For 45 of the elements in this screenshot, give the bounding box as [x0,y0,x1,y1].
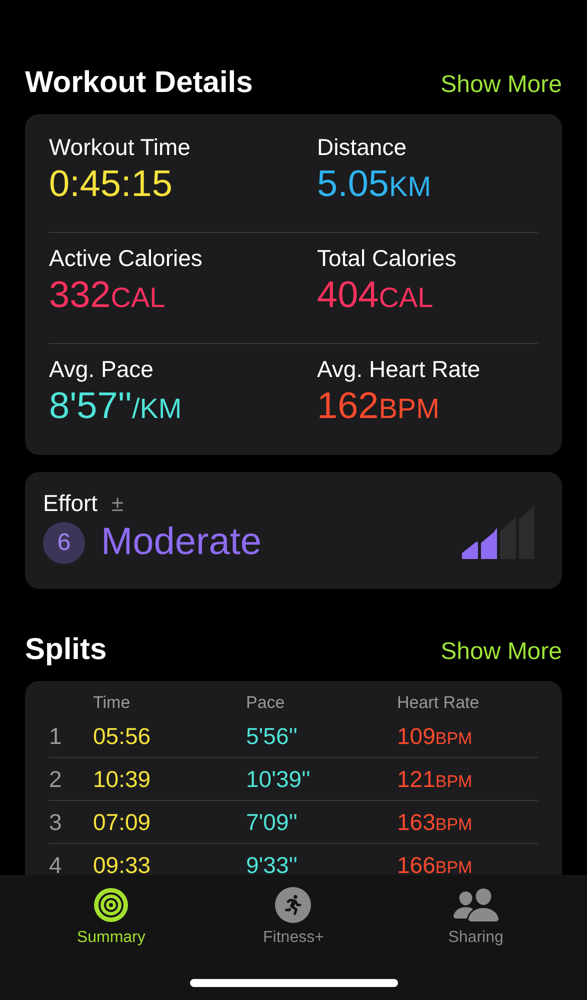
effort-rating: Moderate [101,521,262,564]
split-heart-rate: 109BPM [397,722,474,750]
metric-label: Distance [317,134,408,161]
split-heart-rate: 166BPM [397,852,474,875]
effort-label: Effort [43,490,98,517]
metric-label: Active Calories [49,245,204,272]
section-title: Workout Details [25,66,253,100]
split-number: 3 [49,808,63,836]
metric-label: Total Calories [317,245,458,272]
metric-label: Avg. Pace [49,356,154,383]
effort-card[interactable]: Effort ± 6 Moderate [25,472,562,589]
split-pace: 5'56'' [246,722,299,750]
adjust-icon[interactable]: ± [112,490,124,516]
metric-value: 5.05KM [317,163,432,205]
show-more-link[interactable]: Show More [440,638,562,666]
effort-score: 6 [43,522,85,564]
split-time: 07:09 [93,808,152,836]
column-header: Time [93,693,132,713]
metric-label: Avg. Heart Rate [317,356,482,383]
split-heart-rate: 121BPM [397,766,474,792]
metric-value: 0:45:15 [49,163,174,205]
split-time: 09:33 [93,852,152,875]
show-more-link[interactable]: Show More [440,71,562,99]
rings-icon [93,887,130,923]
tab[interactable]: Fitness+ [233,887,354,947]
column-header: Heart Rate [397,693,480,713]
split-pace: 7'09'' [246,808,299,836]
metric-label: Workout Time [49,134,192,161]
split-number: 2 [49,766,63,792]
split-number: 4 [49,852,63,875]
section-title: Splits [25,633,107,667]
split-heart-rate: 163BPM [397,808,474,836]
split-pace: 10'39'' [246,766,312,792]
metric-value: 162BPM [317,385,440,427]
column-header: Pace [246,693,286,713]
tab[interactable]: Summary [51,887,172,947]
metric-value: 404CAL [317,274,434,316]
runner-icon [275,887,312,923]
metric-value: 332CAL [49,274,166,316]
split-pace: 9'33'' [246,852,299,875]
split-time: 05:56 [93,722,152,750]
metric-value: 8'57''/KM [49,385,183,427]
tab[interactable]: Sharing [416,887,536,947]
split-time: 10:39 [93,766,152,792]
split-number: 1 [49,722,63,750]
